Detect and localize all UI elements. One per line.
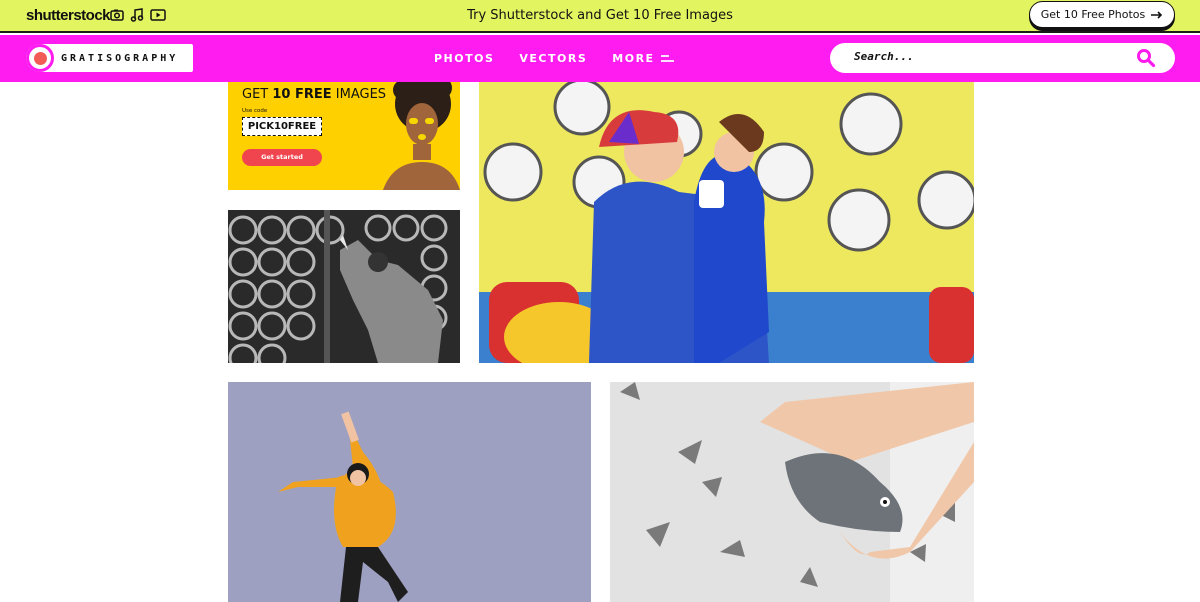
ad-title-suffix: IMAGES	[331, 87, 387, 102]
nav-link-more-label: MORE	[612, 52, 655, 65]
brand-name: GRATISOGRAPHY	[61, 52, 179, 64]
ad-promo-code: PICK10FREE	[242, 117, 322, 136]
ad-title-prefix: GET	[242, 87, 273, 102]
ad-model-image	[383, 82, 460, 190]
get-free-photos-button[interactable]: Get 10 Free Photos	[1029, 1, 1175, 28]
search-input[interactable]	[854, 50, 1124, 63]
photo-clocks-family[interactable]	[479, 82, 974, 363]
search-bar	[830, 43, 1175, 73]
ad-title-bold: 10 FREE	[272, 87, 332, 102]
photo-fish-hands[interactable]	[610, 382, 974, 602]
nav-link-vectors[interactable]: VECTORS	[519, 52, 587, 65]
arrow-right-icon	[1151, 10, 1163, 19]
ad-title: GET 10 FREE IMAGES	[242, 87, 386, 102]
shutterstock-ad[interactable]: GET 10 FREE IMAGES Use code PICK10FREE G…	[228, 82, 460, 190]
nav-link-photos[interactable]: PHOTOS	[434, 52, 494, 65]
ad-code-label: Use code	[242, 108, 268, 114]
nav-bar: GRATISOGRAPHY PHOTOS VECTORS MORE	[0, 35, 1200, 82]
logo-dot	[33, 51, 47, 65]
menu-lines-icon	[660, 55, 674, 62]
ad-get-started-button[interactable]: Get started	[242, 149, 322, 166]
nav-link-photos-label: PHOTOS	[434, 52, 495, 65]
photo-dancer-wall[interactable]	[228, 382, 591, 602]
promo-bar: shutterstock Try Shutterstock and Get 10…	[0, 0, 1200, 33]
photo-bw-rings[interactable]	[228, 210, 460, 363]
logo-mark	[26, 44, 54, 72]
nav-link-vectors-label: VECTORS	[519, 52, 588, 65]
gratisography-logo[interactable]: GRATISOGRAPHY	[26, 44, 193, 72]
nav-links: PHOTOS VECTORS MORE	[434, 52, 675, 65]
nav-link-more[interactable]: MORE	[612, 52, 674, 65]
search-icon[interactable]	[1136, 48, 1156, 68]
promo-text[interactable]: Try Shutterstock and Get 10 Free Images	[0, 8, 1200, 23]
get-free-photos-label: Get 10 Free Photos	[1040, 8, 1146, 21]
